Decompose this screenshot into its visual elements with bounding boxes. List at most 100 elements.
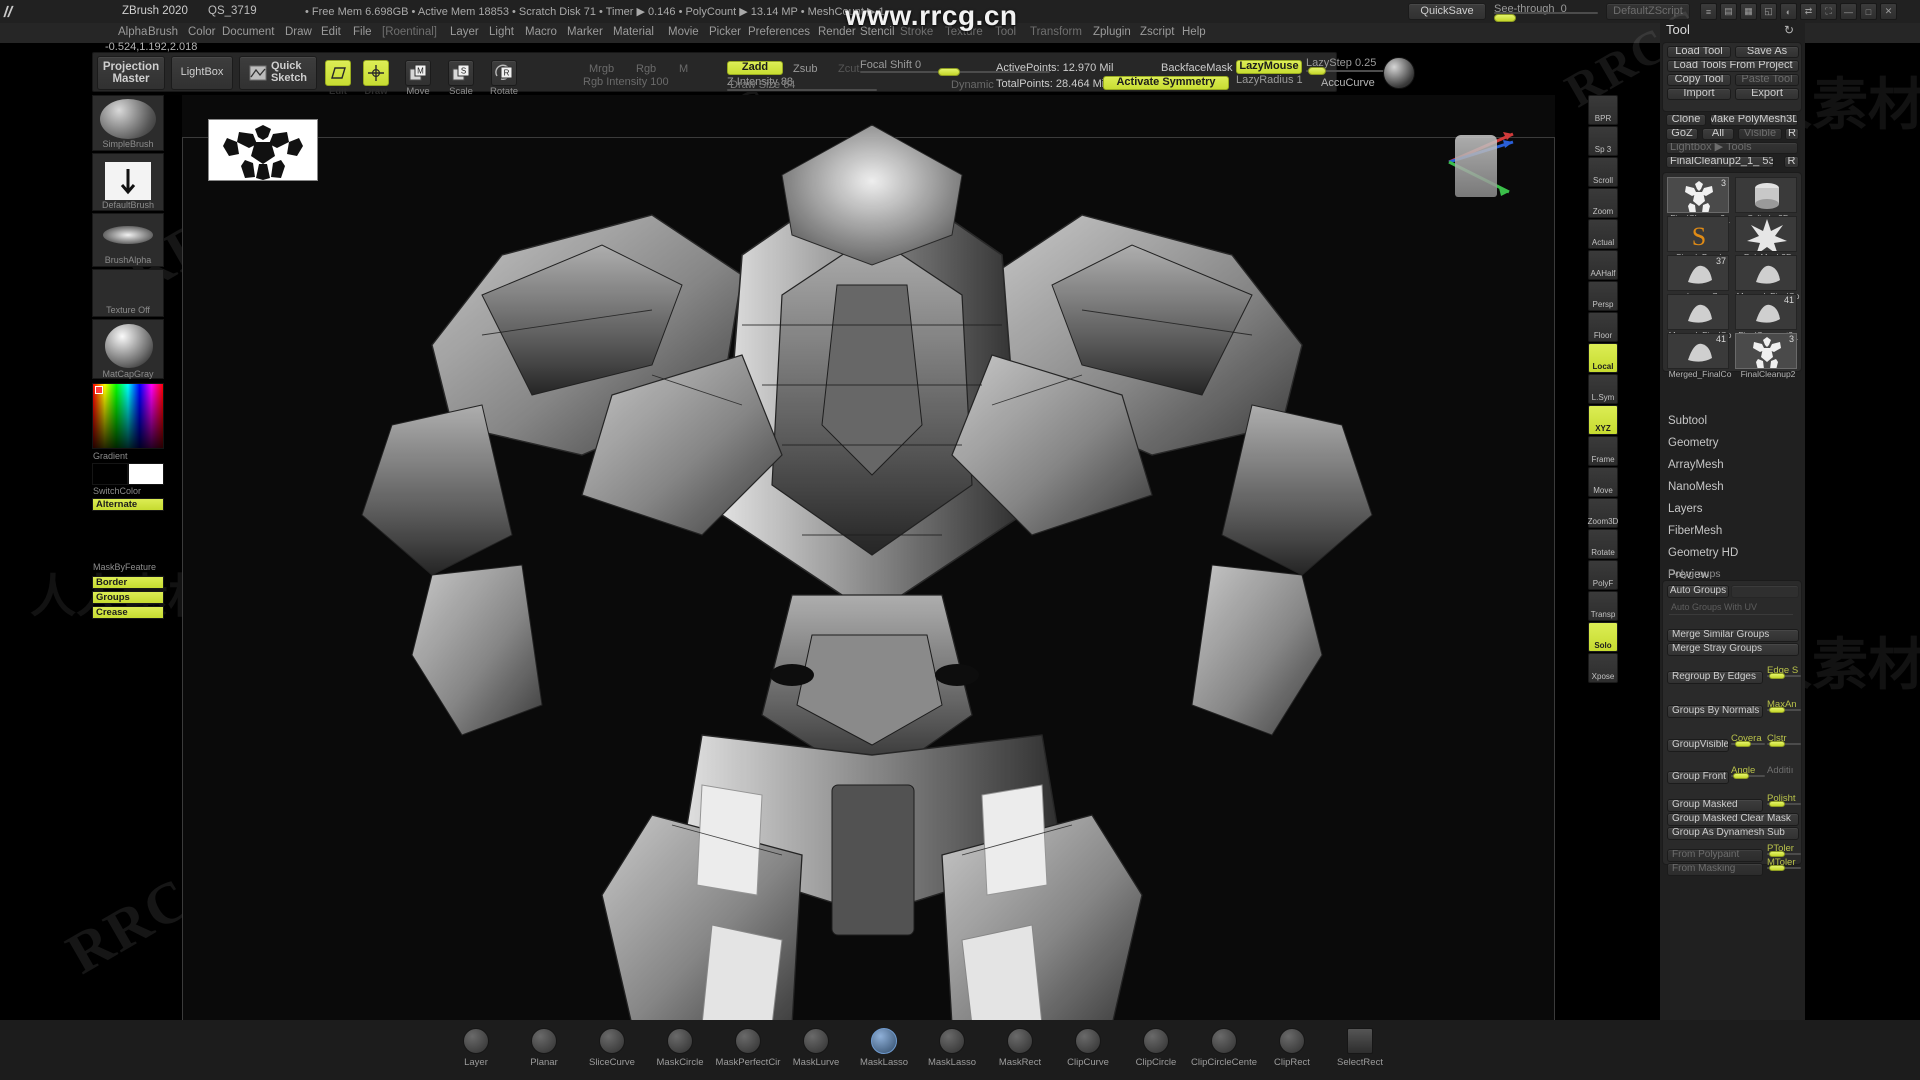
bottom-tool-maskrect[interactable]: MaskRect — [987, 1028, 1053, 1068]
bottom-tool-cliprect[interactable]: ClipRect — [1259, 1028, 1325, 1068]
bottom-tool-clipcircle[interactable]: ClipCircle — [1123, 1028, 1189, 1068]
all-button[interactable]: All — [1702, 128, 1734, 140]
rgb-intensity-slider[interactable]: Rgb Intensity 100 — [583, 76, 733, 91]
stroke-slot[interactable]: DefaultBrush — [92, 153, 164, 211]
secondary-color-swatch[interactable] — [128, 463, 164, 485]
switch-icon[interactable]: ⇄ — [1800, 3, 1817, 20]
tool-menu-layers[interactable]: Layers — [1668, 503, 1703, 515]
dynamic-toggle[interactable]: Dynamic — [951, 79, 994, 91]
menu-item-movie[interactable]: Movie — [668, 26, 699, 38]
load-tool-button[interactable]: Load Tool — [1667, 46, 1731, 58]
aa-half-icon[interactable]: AAHalf — [1588, 250, 1618, 280]
scroll-speed-icon[interactable]: Sp 3 — [1588, 126, 1618, 156]
tool-thumbnail[interactable]: 41 Merged_FinalCo — [1667, 333, 1733, 379]
auto-groups-button[interactable]: Auto Groups — [1667, 585, 1729, 598]
export-button[interactable]: Export — [1735, 88, 1799, 100]
zoom-icon[interactable]: Zoom — [1588, 188, 1618, 218]
merge-similar-groups-button[interactable]: Merge Similar Groups — [1667, 629, 1799, 642]
edit-mode-button[interactable] — [325, 60, 351, 86]
windows-icon[interactable]: ▤ — [1720, 3, 1737, 20]
rgb-button[interactable]: Rgb — [636, 63, 656, 75]
bpr-render-icon[interactable]: BPR — [1588, 95, 1618, 125]
tool-menu-subtool[interactable]: Subtool — [1668, 415, 1707, 427]
make-polymesh3d-button[interactable]: Make PolyMesh3D — [1710, 114, 1798, 126]
lazy-radius-slider[interactable]: LazyRadius 1 — [1236, 74, 1314, 89]
tool-menu-geometry[interactable]: Geometry — [1668, 437, 1719, 449]
rotate3d-icon[interactable]: Rotate — [1588, 529, 1618, 559]
angle-slider[interactable]: Angle — [1731, 765, 1765, 780]
border-toggle[interactable]: Border — [92, 576, 164, 589]
menu-item-document[interactable]: Document — [222, 26, 274, 38]
floor-grid-icon[interactable]: Floor — [1588, 312, 1618, 342]
close-icon[interactable]: ✕ — [1880, 3, 1897, 20]
menu-item-edit[interactable]: Edit — [321, 26, 341, 38]
groups-toggle[interactable]: Groups — [92, 591, 164, 604]
color-icon[interactable]: ◐ — [1780, 3, 1797, 20]
menu-item-brush[interactable]: Brush — [148, 26, 178, 38]
solo-icon[interactable]: Solo — [1588, 622, 1618, 652]
menu-item-zscript[interactable]: Zscript — [1140, 26, 1175, 38]
lightbox-tools-button[interactable]: Lightbox ▶ Tools — [1666, 142, 1798, 154]
activate-symmetry-button[interactable]: Activate Symmetry — [1103, 76, 1229, 90]
crease-toggle[interactable]: Crease — [92, 606, 164, 619]
tool-menu-geometry-hd[interactable]: Geometry HD — [1668, 547, 1738, 559]
copy-tool-button[interactable]: Copy Tool — [1667, 74, 1731, 86]
group-masked-clear-mask-button[interactable]: Group Masked Clear Mask — [1667, 813, 1799, 826]
material-slot[interactable]: MatCapGray — [92, 319, 164, 379]
frame-icon[interactable]: Frame — [1588, 436, 1618, 466]
lazy-step-knob[interactable] — [1308, 67, 1326, 75]
bottom-tool-layer[interactable]: Layer — [443, 1028, 509, 1068]
m-button[interactable]: M — [679, 63, 688, 75]
texture-slot[interactable]: Texture Off — [92, 269, 164, 317]
menu-item-alpha[interactable]: Alpha — [118, 26, 147, 38]
cluster-slider[interactable]: Clstr — [1767, 733, 1801, 748]
bottom-tool-maskcircle[interactable]: MaskCircle — [647, 1028, 713, 1068]
local-transform-icon[interactable]: Local — [1588, 343, 1618, 373]
menu-item-help[interactable]: Help — [1182, 26, 1206, 38]
menu-item-material[interactable]: Material — [613, 26, 654, 38]
see-through-slider[interactable]: See-through 0 — [1494, 3, 1598, 22]
merge-stray-groups-button[interactable]: Merge Stray Groups — [1667, 643, 1799, 656]
bottom-tool-clipcirclecente[interactable]: ClipCircleCente — [1191, 1028, 1257, 1068]
lazy-mouse-button[interactable]: LazyMouse — [1236, 60, 1302, 74]
primary-color-swatch[interactable] — [92, 463, 128, 485]
menu-item-marker[interactable]: Marker — [567, 26, 603, 38]
actual-size-icon[interactable]: Actual — [1588, 219, 1618, 249]
layout-icon[interactable]: ▦ — [1740, 3, 1757, 20]
bottom-tool-masklurve[interactable]: MaskLurve — [783, 1028, 849, 1068]
menu-item-file[interactable]: File — [353, 26, 372, 38]
polyframe-icon[interactable]: PolyF — [1588, 560, 1618, 590]
mtolerance-slider[interactable]: MToler — [1767, 857, 1801, 872]
perspective-icon[interactable]: Persp — [1588, 281, 1618, 311]
group-front-button[interactable]: Group Front — [1667, 771, 1729, 784]
bottom-tool-maskperfectcir[interactable]: MaskPerfectCir — [715, 1028, 781, 1068]
rotate-mode-button[interactable]: R — [491, 60, 517, 86]
groups-by-normals-button[interactable]: Groups By Normals — [1667, 705, 1763, 718]
viewport-canvas[interactable] — [182, 95, 1555, 1025]
lightbox-button[interactable]: LightBox — [171, 56, 233, 90]
focal-shift-knob[interactable] — [938, 68, 960, 76]
local-symmetry-icon[interactable]: L.Sym — [1588, 374, 1618, 404]
regroup-by-edges-button[interactable]: Regroup By Edges — [1667, 671, 1763, 684]
menu-item-light[interactable]: Light — [489, 26, 514, 38]
menu-item-transform[interactable]: Transform — [1030, 26, 1082, 38]
maximize-icon[interactable]: □ — [1860, 3, 1877, 20]
axis-icon[interactable]: XYZ — [1588, 405, 1618, 435]
import-button[interactable]: Import — [1667, 88, 1731, 100]
bottom-tool-masklasso[interactable]: MaskLasso — [919, 1028, 985, 1068]
transparency-icon[interactable]: Transp — [1588, 591, 1618, 621]
paste-tool-button[interactable]: Paste Tool — [1735, 74, 1799, 86]
zcut-button[interactable]: Zcut — [838, 63, 859, 75]
coverage-slider[interactable]: Covera — [1731, 733, 1765, 748]
menu-item-preferences[interactable]: Preferences — [748, 26, 810, 38]
mrgb-button[interactable]: Mrgb — [589, 63, 614, 75]
minimize-icon[interactable]: — — [1840, 3, 1857, 20]
zadd-button[interactable]: Zadd — [727, 61, 783, 75]
current-tool-r-button[interactable]: R — [1784, 156, 1799, 168]
load-tools-from-project-button[interactable]: Load Tools From Project — [1667, 60, 1799, 72]
clone-button[interactable]: Clone — [1666, 114, 1706, 126]
save-as-button[interactable]: Save As — [1735, 46, 1799, 58]
color-swatches[interactable] — [92, 463, 164, 485]
tool-menu-arraymesh[interactable]: ArrayMesh — [1668, 459, 1724, 471]
group-masked-button[interactable]: Group Masked — [1667, 799, 1763, 812]
